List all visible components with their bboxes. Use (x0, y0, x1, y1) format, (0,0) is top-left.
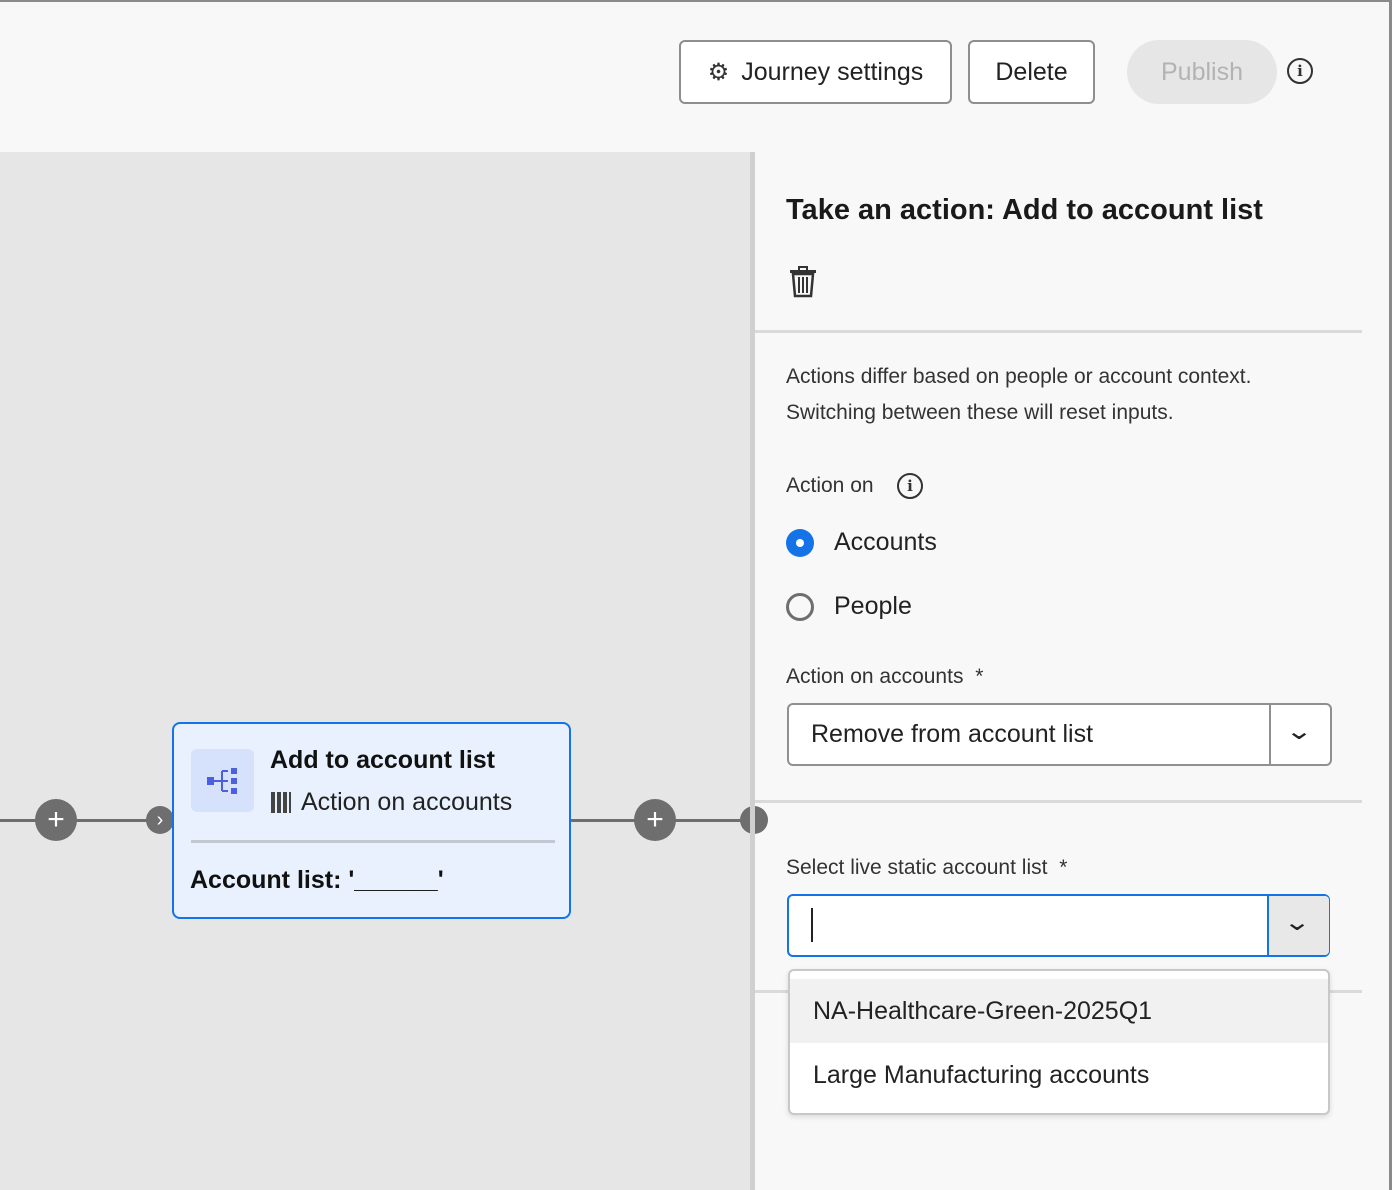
building-icon (271, 792, 291, 813)
node-title: Add to account list (270, 746, 495, 774)
action-on-label: Action on (786, 474, 874, 497)
publish-label: Publish (1161, 57, 1243, 86)
option-label: NA-Healthcare-Green-2025Q1 (813, 997, 1153, 1025)
radio-people[interactable] (786, 593, 814, 621)
account-list-icon (191, 749, 254, 812)
option-label: Large Manufacturing accounts (813, 1061, 1150, 1089)
text-cursor (811, 908, 813, 942)
chevron-down-icon[interactable]: ⌄ (1283, 908, 1311, 937)
journey-settings-button[interactable]: ⚙ Journey settings (679, 40, 952, 104)
divider (755, 800, 1362, 803)
gears-icon: ⚙ (707, 58, 730, 86)
add-step-button[interactable]: + (634, 799, 676, 841)
node-subtitle: Action on accounts (301, 788, 513, 816)
add-step-button[interactable]: + (35, 799, 77, 841)
radio-accounts[interactable] (786, 529, 814, 557)
action-on-accounts-label: Action on accounts (786, 665, 964, 688)
divider (191, 840, 555, 843)
panel-divider[interactable] (750, 152, 755, 1190)
radio-label-people[interactable]: People (834, 592, 912, 621)
panel-title: Take an action: Add to account list (786, 194, 1263, 226)
info-icon[interactable]: i (1287, 58, 1313, 84)
description-text: Actions differ based on people or accoun… (786, 365, 1252, 388)
description-text: Switching between these will reset input… (786, 401, 1174, 424)
required-mark: * (975, 665, 984, 688)
journey-settings-label: Journey settings (741, 57, 924, 86)
top-bar: ⚙ Journey settings Delete Publish i (0, 0, 1392, 152)
account-list-popover: NA-Healthcare-Green-2025Q1 Large Manufac… (788, 969, 1330, 1115)
delete-button[interactable]: Delete (968, 40, 1095, 104)
info-icon[interactable]: i (897, 473, 923, 499)
action-node-card[interactable]: Add to account list Action on accounts A… (172, 722, 571, 919)
account-list-combobox[interactable]: ⌄ (787, 894, 1330, 957)
chevron-down-icon[interactable]: ⌄ (1285, 717, 1313, 746)
action-on-accounts-dropdown[interactable]: Remove from account list ⌄ (787, 703, 1332, 766)
chevron-right-icon[interactable]: › (146, 806, 174, 834)
option-item[interactable]: Large Manufacturing accounts (790, 1043, 1328, 1107)
trash-icon[interactable] (789, 266, 817, 303)
radio-label-accounts[interactable]: Accounts (834, 528, 937, 557)
required-mark: * (1059, 856, 1068, 879)
node-detail: Account list: '______' (190, 866, 444, 894)
delete-label: Delete (995, 57, 1068, 86)
select-list-label: Select live static account list (786, 856, 1048, 879)
publish-button[interactable]: Publish (1127, 40, 1277, 104)
divider (755, 330, 1362, 333)
journey-canvas[interactable] (0, 152, 752, 1190)
dropdown-value: Remove from account list (811, 720, 1094, 748)
option-item[interactable]: NA-Healthcare-Green-2025Q1 (790, 979, 1328, 1043)
